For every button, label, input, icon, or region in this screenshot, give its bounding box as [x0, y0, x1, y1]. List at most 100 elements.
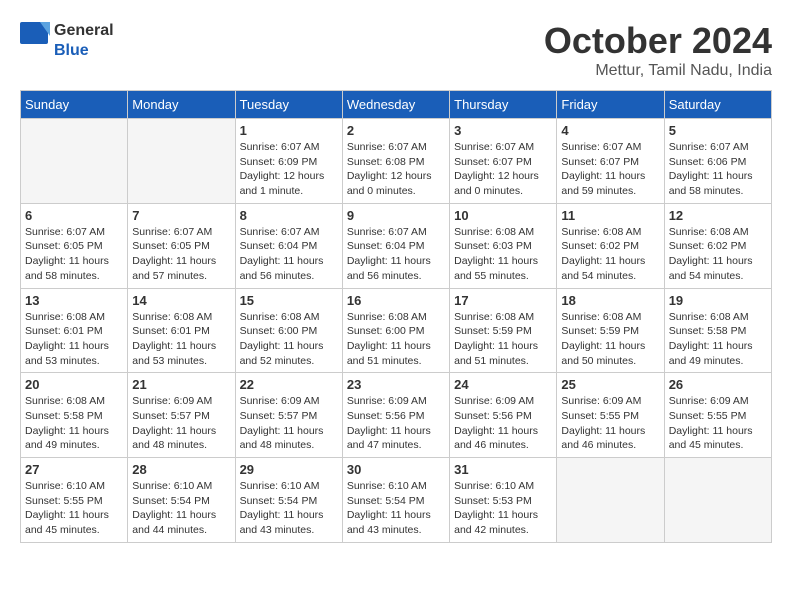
day-info: Sunrise: 6:08 AMSunset: 5:59 PMDaylight:… — [561, 310, 659, 369]
daylight-text: Daylight: 11 hours and 47 minutes. — [347, 424, 445, 453]
day-cell: 24Sunrise: 6:09 AMSunset: 5:56 PMDayligh… — [450, 373, 557, 458]
sunset-text: Sunset: 5:58 PM — [669, 324, 767, 339]
daylight-text: Daylight: 11 hours and 58 minutes. — [669, 169, 767, 198]
day-number: 10 — [454, 208, 552, 223]
day-info: Sunrise: 6:08 AMSunset: 6:02 PMDaylight:… — [561, 225, 659, 284]
daylight-text: Daylight: 11 hours and 46 minutes. — [561, 424, 659, 453]
day-cell: 16Sunrise: 6:08 AMSunset: 6:00 PMDayligh… — [342, 288, 449, 373]
day-number: 1 — [240, 123, 338, 138]
day-number: 25 — [561, 377, 659, 392]
sunset-text: Sunset: 5:56 PM — [347, 409, 445, 424]
daylight-text: Daylight: 11 hours and 42 minutes. — [454, 508, 552, 537]
sunrise-text: Sunrise: 6:07 AM — [132, 225, 230, 240]
daylight-text: Daylight: 11 hours and 53 minutes. — [25, 339, 123, 368]
day-info: Sunrise: 6:08 AMSunset: 6:01 PMDaylight:… — [25, 310, 123, 369]
day-info: Sunrise: 6:07 AMSunset: 6:08 PMDaylight:… — [347, 140, 445, 199]
day-info: Sunrise: 6:09 AMSunset: 5:56 PMDaylight:… — [347, 394, 445, 453]
title-section: October 2024 Mettur, Tamil Nadu, India — [544, 20, 772, 80]
day-cell: 30Sunrise: 6:10 AMSunset: 5:54 PMDayligh… — [342, 458, 449, 543]
sunset-text: Sunset: 5:56 PM — [454, 409, 552, 424]
sunset-text: Sunset: 5:55 PM — [561, 409, 659, 424]
sunset-text: Sunset: 6:00 PM — [347, 324, 445, 339]
daylight-text: Daylight: 11 hours and 45 minutes. — [25, 508, 123, 537]
sunset-text: Sunset: 5:54 PM — [347, 494, 445, 509]
sunrise-text: Sunrise: 6:08 AM — [25, 310, 123, 325]
sunrise-text: Sunrise: 6:07 AM — [669, 140, 767, 155]
sunrise-text: Sunrise: 6:10 AM — [347, 479, 445, 494]
sunrise-text: Sunrise: 6:09 AM — [347, 394, 445, 409]
page-header: General Blue October 2024 Mettur, Tamil … — [20, 20, 772, 80]
day-number: 26 — [669, 377, 767, 392]
sunset-text: Sunset: 6:04 PM — [240, 239, 338, 254]
day-number: 28 — [132, 462, 230, 477]
daylight-text: Daylight: 11 hours and 51 minutes. — [454, 339, 552, 368]
day-number: 19 — [669, 293, 767, 308]
sunset-text: Sunset: 6:01 PM — [132, 324, 230, 339]
sunset-text: Sunset: 6:06 PM — [669, 155, 767, 170]
col-header-sunday: Sunday — [21, 91, 128, 119]
day-number: 29 — [240, 462, 338, 477]
day-cell: 11Sunrise: 6:08 AMSunset: 6:02 PMDayligh… — [557, 203, 664, 288]
day-info: Sunrise: 6:07 AMSunset: 6:06 PMDaylight:… — [669, 140, 767, 199]
sunrise-text: Sunrise: 6:10 AM — [240, 479, 338, 494]
sunset-text: Sunset: 6:05 PM — [25, 239, 123, 254]
daylight-text: Daylight: 11 hours and 48 minutes. — [132, 424, 230, 453]
col-header-thursday: Thursday — [450, 91, 557, 119]
day-number: 15 — [240, 293, 338, 308]
daylight-text: Daylight: 11 hours and 52 minutes. — [240, 339, 338, 368]
day-number: 12 — [669, 208, 767, 223]
day-number: 22 — [240, 377, 338, 392]
day-cell: 17Sunrise: 6:08 AMSunset: 5:59 PMDayligh… — [450, 288, 557, 373]
day-number: 27 — [25, 462, 123, 477]
sunset-text: Sunset: 6:00 PM — [240, 324, 338, 339]
sunset-text: Sunset: 5:55 PM — [669, 409, 767, 424]
sunrise-text: Sunrise: 6:07 AM — [240, 140, 338, 155]
sunset-text: Sunset: 6:04 PM — [347, 239, 445, 254]
day-cell: 29 Sunrise: 6:10 AMSunset: 5:54 PMDayligh… — [235, 458, 342, 543]
sunset-text: Sunset: 6:03 PM — [454, 239, 552, 254]
day-cell: 7Sunrise: 6:07 AMSunset: 6:05 PMDaylight… — [128, 203, 235, 288]
sunrise-text: Sunrise: 6:08 AM — [25, 394, 123, 409]
day-cell: 10Sunrise: 6:08 AMSunset: 6:03 PMDayligh… — [450, 203, 557, 288]
day-number: 18 — [561, 293, 659, 308]
sunrise-text: Sunrise: 6:10 AM — [25, 479, 123, 494]
day-info: Sunrise: 6:08 AMSunset: 6:02 PMDaylight:… — [669, 225, 767, 284]
day-number: 14 — [132, 293, 230, 308]
week-row-4: 20Sunrise: 6:08 AMSunset: 5:58 PMDayligh… — [21, 373, 772, 458]
daylight-text: Daylight: 11 hours and 59 minutes. — [561, 169, 659, 198]
day-cell: 18 Sunrise: 6:08 AMSunset: 5:59 PMDayligh… — [557, 288, 664, 373]
day-cell: 22Sunrise: 6:09 AMSunset: 5:57 PMDayligh… — [235, 373, 342, 458]
day-cell: 4Sunrise: 6:07 AMSunset: 6:07 PMDaylight… — [557, 119, 664, 204]
col-header-friday: Friday — [557, 91, 664, 119]
week-row-3: 13Sunrise: 6:08 AMSunset: 6:01 PMDayligh… — [21, 288, 772, 373]
sunrise-text: Sunrise: 6:08 AM — [347, 310, 445, 325]
sunset-text: Sunset: 6:09 PM — [240, 155, 338, 170]
day-info: Sunrise: 6:10 AMSunset: 5:54 PMDaylight:… — [240, 479, 338, 538]
day-cell: 2Sunrise: 6:07 AMSunset: 6:08 PMDaylight… — [342, 119, 449, 204]
daylight-text: Daylight: 11 hours and 54 minutes. — [669, 254, 767, 283]
sunset-text: Sunset: 6:07 PM — [561, 155, 659, 170]
sunrise-text: Sunrise: 6:07 AM — [454, 140, 552, 155]
day-cell: 19Sunrise: 6:08 AMSunset: 5:58 PMDayligh… — [664, 288, 771, 373]
day-info: Sunrise: 6:08 AMSunset: 6:00 PMDaylight:… — [240, 310, 338, 369]
sunset-text: Sunset: 5:54 PM — [240, 494, 338, 509]
day-number: 13 — [25, 293, 123, 308]
daylight-text: Daylight: 11 hours and 51 minutes. — [347, 339, 445, 368]
day-info: Sunrise: 6:10 AMSunset: 5:54 PMDaylight:… — [347, 479, 445, 538]
day-number: 3 — [454, 123, 552, 138]
daylight-text: Daylight: 11 hours and 55 minutes. — [454, 254, 552, 283]
sunrise-text: Sunrise: 6:08 AM — [132, 310, 230, 325]
sunrise-text: Sunrise: 6:09 AM — [454, 394, 552, 409]
sunrise-text: Sunrise: 6:09 AM — [240, 394, 338, 409]
sunrise-text: Sunrise: 6:08 AM — [454, 310, 552, 325]
day-info: Sunrise: 6:08 AMSunset: 6:01 PMDaylight:… — [132, 310, 230, 369]
day-cell — [664, 458, 771, 543]
daylight-text: Daylight: 11 hours and 57 minutes. — [132, 254, 230, 283]
day-info: Sunrise: 6:07 AMSunset: 6:04 PMDaylight:… — [347, 225, 445, 284]
day-info: Sunrise: 6:07 AMSunset: 6:05 PMDaylight:… — [25, 225, 123, 284]
sunset-text: Sunset: 5:54 PM — [132, 494, 230, 509]
sunset-text: Sunset: 6:08 PM — [347, 155, 445, 170]
day-info: Sunrise: 6:07 AMSunset: 6:09 PMDaylight:… — [240, 140, 338, 199]
daylight-text: Daylight: 11 hours and 56 minutes. — [347, 254, 445, 283]
sunrise-text: Sunrise: 6:07 AM — [347, 225, 445, 240]
